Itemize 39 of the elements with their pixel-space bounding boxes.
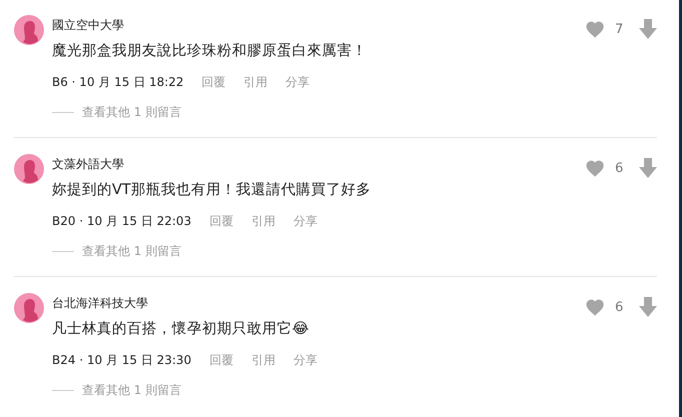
like-button[interactable] bbox=[585, 159, 605, 177]
comment-timestamp: B20 · 10 月 15 日 22:03 bbox=[52, 213, 192, 229]
view-replies-link[interactable]: 查看其他 1 則留言 bbox=[82, 104, 182, 121]
comment-timestamp: B6 · 10 月 15 日 18:22 bbox=[52, 74, 184, 90]
comment-action-link[interactable]: 分享 bbox=[293, 352, 318, 368]
download-button[interactable] bbox=[639, 19, 657, 39]
avatar-icon bbox=[14, 15, 44, 45]
heart-icon bbox=[585, 298, 605, 316]
comment-text: 凡士林真的百搭，懷孕初期只敢用它😂 bbox=[52, 320, 309, 339]
comment-action-link[interactable]: 分享 bbox=[286, 74, 310, 90]
author-name: 國立空中大學 bbox=[52, 17, 124, 33]
like-button[interactable] bbox=[585, 20, 605, 38]
like-count: 6 bbox=[615, 160, 624, 176]
author-name: 台北海洋科技大學 bbox=[52, 295, 148, 311]
comment-action-link[interactable]: 回覆 bbox=[209, 213, 234, 229]
download-button[interactable] bbox=[639, 158, 657, 178]
comment-action-link[interactable]: 回覆 bbox=[209, 352, 234, 368]
comment-action-link[interactable]: 回覆 bbox=[202, 74, 226, 90]
like-button[interactable] bbox=[585, 298, 605, 316]
comment-text: 妳提到的VT那瓶我也有用！我還請代購買了好多 bbox=[52, 181, 371, 200]
like-count: 6 bbox=[615, 300, 624, 314]
avatar-icon bbox=[14, 154, 44, 184]
comment-action-link[interactable]: 引用 bbox=[244, 74, 268, 90]
comment-action-link[interactable]: 引用 bbox=[251, 213, 276, 229]
comment-text: 魔光那盒我朋友說比珍珠粉和膠原蛋白來厲害！ bbox=[52, 42, 367, 61]
comment-timestamp: B24 · 10 月 15 日 23:30 bbox=[52, 352, 192, 368]
heart-icon bbox=[585, 159, 605, 177]
comment-action-link[interactable]: 分享 bbox=[293, 213, 318, 229]
like-count: 7 bbox=[615, 22, 624, 36]
avatar-icon bbox=[14, 293, 44, 323]
view-replies-link[interactable]: 查看其他 1 則留言 bbox=[82, 243, 182, 260]
author-name: 文藻外語大學 bbox=[52, 156, 124, 172]
heart-icon bbox=[585, 20, 605, 38]
down-arrow-icon bbox=[639, 297, 657, 317]
download-button[interactable] bbox=[639, 297, 657, 317]
view-replies-link[interactable]: 查看其他 1 則留言 bbox=[82, 382, 182, 399]
comment-action-link[interactable]: 引用 bbox=[251, 352, 276, 368]
down-arrow-icon bbox=[639, 158, 657, 178]
down-arrow-icon bbox=[639, 19, 657, 39]
